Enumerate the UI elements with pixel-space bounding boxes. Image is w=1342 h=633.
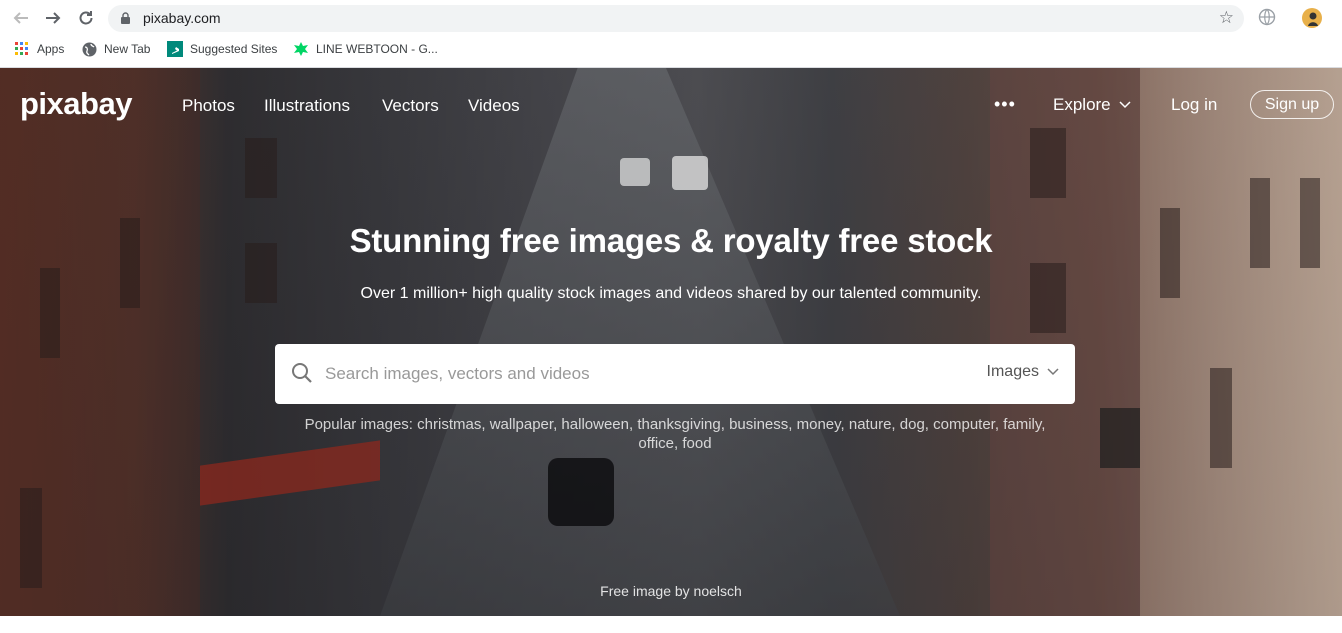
url-text: pixabay.com	[143, 10, 221, 26]
popular-tag[interactable]: business	[729, 416, 788, 433]
hero-section: pixabay Photos Illustrations Vectors Vid…	[0, 68, 1342, 616]
window	[40, 268, 60, 358]
reload-icon	[79, 11, 93, 25]
popular-tag[interactable]: computer	[933, 416, 995, 433]
image-credit[interactable]: Free image by noelsch	[0, 583, 1342, 599]
popular-tag[interactable]: thanksgiving	[637, 416, 720, 433]
explore-label: Explore	[1053, 95, 1111, 114]
window	[1030, 128, 1066, 198]
bookmark-apps[interactable]: Apps	[14, 41, 64, 57]
chevron-down-icon	[1047, 368, 1059, 376]
back-button[interactable]	[10, 7, 32, 29]
login-link[interactable]: Log in	[1171, 95, 1217, 115]
popular-tag[interactable]: halloween	[561, 416, 629, 433]
bookmark-suggested-sites[interactable]: Suggested Sites	[167, 41, 277, 57]
popular-tag[interactable]: food	[682, 435, 711, 452]
translate-globe-icon[interactable]	[1258, 8, 1276, 26]
bookmark-new-tab[interactable]: New Tab	[81, 41, 150, 57]
window	[1210, 368, 1232, 468]
search-input[interactable]	[325, 362, 945, 386]
nav-illustrations[interactable]: Illustrations	[264, 96, 350, 116]
window	[245, 138, 277, 198]
bookmark-label: Apps	[37, 42, 65, 56]
pixabay-logo[interactable]: pixabay	[20, 86, 132, 122]
page-below-hero	[0, 616, 1342, 633]
chevron-down-icon	[1119, 101, 1131, 109]
window	[20, 488, 42, 588]
popular-tag[interactable]: money	[797, 416, 841, 433]
more-options-icon[interactable]: •••	[994, 94, 1016, 115]
popular-label: Popular images:	[304, 416, 413, 433]
storefront-sign	[1100, 408, 1140, 468]
hero-headline: Stunning free images & royalty free stoc…	[349, 222, 993, 259]
browser-chrome: pixabay.com ☆ Apps New Tab Suggested Sit…	[0, 0, 1342, 68]
avatar-icon	[1308, 12, 1318, 26]
bookmark-label: New Tab	[104, 42, 151, 56]
bookmark-star-icon[interactable]: ☆	[1219, 8, 1234, 28]
arrow-right-icon	[46, 12, 61, 24]
explore-menu[interactable]: Explore	[1053, 95, 1131, 115]
nav-videos[interactable]: Videos	[468, 96, 520, 116]
search-icon[interactable]	[291, 362, 313, 384]
car	[620, 158, 650, 186]
building-right	[1140, 68, 1342, 616]
popular-tag[interactable]: dog	[900, 416, 925, 433]
search-box: Images	[275, 344, 1075, 404]
street-backdrop	[380, 68, 900, 616]
profile-avatar[interactable]	[1302, 8, 1322, 28]
address-bar[interactable]: pixabay.com ☆	[108, 5, 1244, 32]
nav-vectors[interactable]: Vectors	[382, 96, 439, 116]
hero-subline: Over 1 million+ high quality stock image…	[360, 285, 982, 302]
popular-tag[interactable]: office	[638, 435, 674, 452]
bookmarks-bar: Apps New Tab Suggested Sites LINE WEBTOO…	[0, 38, 1342, 62]
signup-button[interactable]: Sign up	[1250, 90, 1334, 119]
popular-tag[interactable]: wallpaper	[490, 416, 553, 433]
lock-icon	[121, 12, 130, 24]
webtoon-icon	[293, 41, 309, 57]
popular-tag[interactable]: christmas	[417, 416, 481, 433]
bookmark-label: Suggested Sites	[190, 42, 278, 56]
bookmark-label: LINE WEBTOON - G...	[316, 42, 438, 56]
forward-button[interactable]	[42, 7, 64, 29]
arrow-left-icon	[13, 12, 28, 24]
popular-tag[interactable]: nature	[849, 416, 892, 433]
car	[548, 458, 614, 526]
media-type-label: Images	[986, 363, 1039, 380]
popular-tag[interactable]: family	[1003, 416, 1041, 433]
apps-grid-icon	[14, 41, 30, 57]
media-type-select[interactable]: Images	[987, 363, 1059, 381]
globe-icon	[81, 41, 97, 57]
popular-images: Popular images: christmas, wallpaper, ha…	[304, 416, 1046, 452]
bookmark-line-webtoon[interactable]: LINE WEBTOON - G...	[293, 41, 438, 57]
car	[672, 156, 708, 190]
nav-photos[interactable]: Photos	[182, 96, 235, 116]
reload-button[interactable]	[75, 7, 97, 29]
bing-icon	[167, 41, 183, 57]
